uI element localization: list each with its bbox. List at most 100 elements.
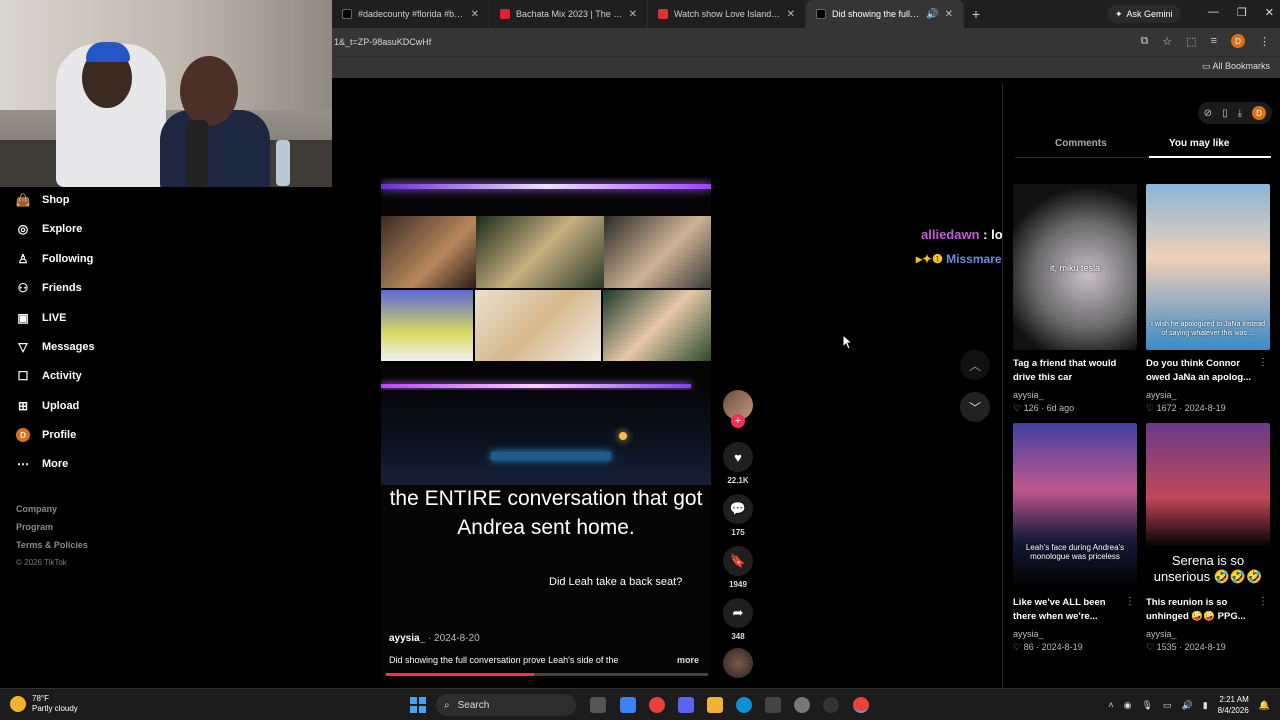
tray-app-icon[interactable]: ◉ xyxy=(1124,700,1132,711)
sidebar-item-label: Upload xyxy=(42,400,80,412)
minimize-icon[interactable]: — xyxy=(1208,6,1219,19)
card-menu-icon[interactable]: ⋮ xyxy=(1125,596,1135,607)
speaker-icon[interactable]: 🔊 xyxy=(926,9,938,20)
sidebar-item-more[interactable]: ⋯ More xyxy=(16,457,68,471)
clock[interactable]: 2:21 AM 8/4/2026 xyxy=(1218,694,1249,716)
restore-icon[interactable]: ❐ xyxy=(1237,6,1247,19)
phone-icon[interactable]: ▯ xyxy=(1222,108,1228,119)
network-icon[interactable]: ▭ xyxy=(1163,700,1172,711)
bookmark-star-icon[interactable]: ☆ xyxy=(1162,35,1172,48)
install-app-icon[interactable]: ⧉ xyxy=(1140,35,1148,48)
browser-tab-1[interactable]: #dadecounty #florida #browan ✕ xyxy=(332,0,490,28)
download-icon[interactable]: ⤓ xyxy=(1238,108,1242,119)
collage-cell xyxy=(476,216,604,288)
profile-avatar[interactable]: D xyxy=(1231,34,1245,48)
thumbnail-caption: it, miku tesla xyxy=(1049,263,1100,273)
save-button[interactable]: 🔖 xyxy=(723,546,753,576)
sidebar-item-profile[interactable]: D Profile xyxy=(16,428,76,442)
url-field[interactable]: 1&_t=ZP-98asuKDCwHf xyxy=(334,37,431,47)
compass-icon[interactable]: ⊘ xyxy=(1204,108,1212,119)
more-button[interactable]: more xyxy=(677,655,699,665)
chevron-up-icon[interactable]: ˄ xyxy=(1108,700,1113,710)
video-date: · 2024-8-20 xyxy=(427,633,480,644)
close-icon[interactable]: ✕ xyxy=(471,9,479,20)
footer-link-terms[interactable]: Terms & Policies xyxy=(16,536,88,554)
sidebar-item-shop[interactable]: 👜 Shop xyxy=(16,193,70,207)
footer-link-program[interactable]: Program xyxy=(16,518,88,536)
tab-you-may-like[interactable]: You may like xyxy=(1169,138,1229,149)
card-title: This reunion is so unhinged 🤪🤪 PPG... xyxy=(1146,597,1246,622)
panel-top-icons: ⊘ ▯ ⤓ D xyxy=(1197,102,1272,124)
chrome-icon[interactable] xyxy=(649,697,665,713)
close-icon[interactable]: ✕ xyxy=(945,9,953,20)
sidebar-item-explore[interactable]: ◎ Explore xyxy=(16,222,83,236)
browser-tab-2[interactable]: Bachata Mix 2023 | The Best of ✕ xyxy=(490,0,648,28)
new-tab-button[interactable]: + xyxy=(964,6,988,22)
next-video-button[interactable]: ﹀ xyxy=(960,392,990,422)
ask-gemini-button[interactable]: ✦ Ask Gemini xyxy=(1107,5,1181,23)
card-author[interactable]: ayysia_ xyxy=(1013,390,1044,400)
thumbnail-caption: Leah's face during Andrea's monologue wa… xyxy=(1025,543,1125,561)
sidebar-item-following[interactable]: ♙ Following xyxy=(16,252,94,266)
browser-tab-3[interactable]: Watch show Love Island USA 2( ✕ xyxy=(648,0,806,28)
taskbar-search[interactable]: ⌕ Search xyxy=(436,694,576,716)
menu-kebab-icon[interactable]: ⋮ xyxy=(1259,35,1270,48)
collage-cell xyxy=(603,290,711,361)
store-icon[interactable] xyxy=(765,697,781,713)
video-author[interactable]: ayysia_ xyxy=(389,633,425,644)
share-button[interactable]: ➦ xyxy=(723,598,753,628)
microphone-icon[interactable]: 🎙 xyxy=(1142,700,1153,711)
card-author[interactable]: ayysia_ xyxy=(1013,629,1044,639)
like-button[interactable]: ♥ xyxy=(723,442,753,472)
music-disc-icon[interactable] xyxy=(723,648,753,678)
recommendation-card[interactable]: Leah's face during Andrea's monologue wa… xyxy=(1013,423,1137,655)
sidebar-item-upload[interactable]: ⊞ Upload xyxy=(16,399,79,413)
sidebar-item-messages[interactable]: ▽ Messages xyxy=(16,340,94,354)
profile-avatar[interactable]: D xyxy=(1252,106,1266,120)
comment-button[interactable]: 💬 xyxy=(723,494,753,524)
card-author[interactable]: ayysia_ xyxy=(1146,390,1177,400)
chrome-active-icon[interactable] xyxy=(853,697,869,713)
browser-tab-4[interactable]: Did showing the full conve 🔊 ✕ xyxy=(806,0,964,28)
edge-icon[interactable] xyxy=(736,697,752,713)
card-thumbnail: Serena is so unserious 🤣🤣🤣 xyxy=(1146,423,1270,589)
card-author[interactable]: ayysia_ xyxy=(1146,629,1177,639)
video-progress-bar[interactable] xyxy=(386,673,708,676)
recommendation-card[interactable]: I wish he apologized to JaNa instead of … xyxy=(1146,184,1270,416)
discord-icon[interactable] xyxy=(678,697,694,713)
sidebar-item-friends[interactable]: ⚇ Friends xyxy=(16,281,82,295)
more-dots-icon: ⋯ xyxy=(17,457,29,471)
recommendation-card[interactable]: it, miku tesla Tag a friend that would d… xyxy=(1013,184,1137,416)
battery-icon[interactable]: ▮ xyxy=(1203,700,1208,711)
sidebar-item-live[interactable]: ▣ LIVE xyxy=(16,311,66,325)
footer-link-company[interactable]: Company xyxy=(16,500,88,518)
card-menu-icon[interactable]: ⋮ xyxy=(1258,596,1268,607)
close-window-icon[interactable]: ✕ xyxy=(1265,6,1274,19)
file-explorer-icon[interactable] xyxy=(707,697,723,713)
task-view-icon[interactable] xyxy=(590,697,606,713)
close-icon[interactable]: ✕ xyxy=(629,9,637,20)
video-player[interactable]: the ENTIRE conversation that got Andrea … xyxy=(381,178,711,678)
card-title: Tag a friend that would drive this car xyxy=(1013,358,1117,383)
heart-icon: ♥ xyxy=(734,449,742,465)
extensions-icon[interactable]: ⬚ xyxy=(1186,35,1196,48)
volume-icon[interactable]: 🔊 xyxy=(1181,700,1192,711)
obs-icon[interactable] xyxy=(823,697,839,713)
all-bookmarks-button[interactable]: ▭ All Bookmarks xyxy=(1202,61,1270,72)
settings-gear-icon[interactable] xyxy=(794,697,810,713)
notifications-icon[interactable]: 🔔 xyxy=(1259,700,1270,711)
tab-comments[interactable]: Comments xyxy=(1055,138,1107,149)
card-likes: 126 xyxy=(1023,403,1039,413)
sidebar-item-activity[interactable]: ☐ Activity xyxy=(16,369,82,383)
previous-video-button[interactable]: ︿ xyxy=(960,350,990,380)
card-menu-icon[interactable]: ⋮ xyxy=(1258,357,1268,368)
recommendation-card[interactable]: Serena is so unserious 🤣🤣🤣 This reunion … xyxy=(1146,423,1270,655)
follow-plus-icon[interactable]: + xyxy=(731,414,745,428)
windows-taskbar: 78°F Partly cloudy ⌕ Search ˄ ◉ 🎙 ▭ 🔊 ▮ … xyxy=(0,688,1280,720)
weather-widget[interactable]: 78°F Partly cloudy xyxy=(10,694,78,714)
tiktok-icon xyxy=(342,9,352,19)
close-icon[interactable]: ✕ xyxy=(787,9,795,20)
windows-start-icon[interactable] xyxy=(410,697,426,713)
copilot-icon[interactable] xyxy=(620,697,636,713)
media-control-icon[interactable]: ≡ xyxy=(1211,35,1217,47)
